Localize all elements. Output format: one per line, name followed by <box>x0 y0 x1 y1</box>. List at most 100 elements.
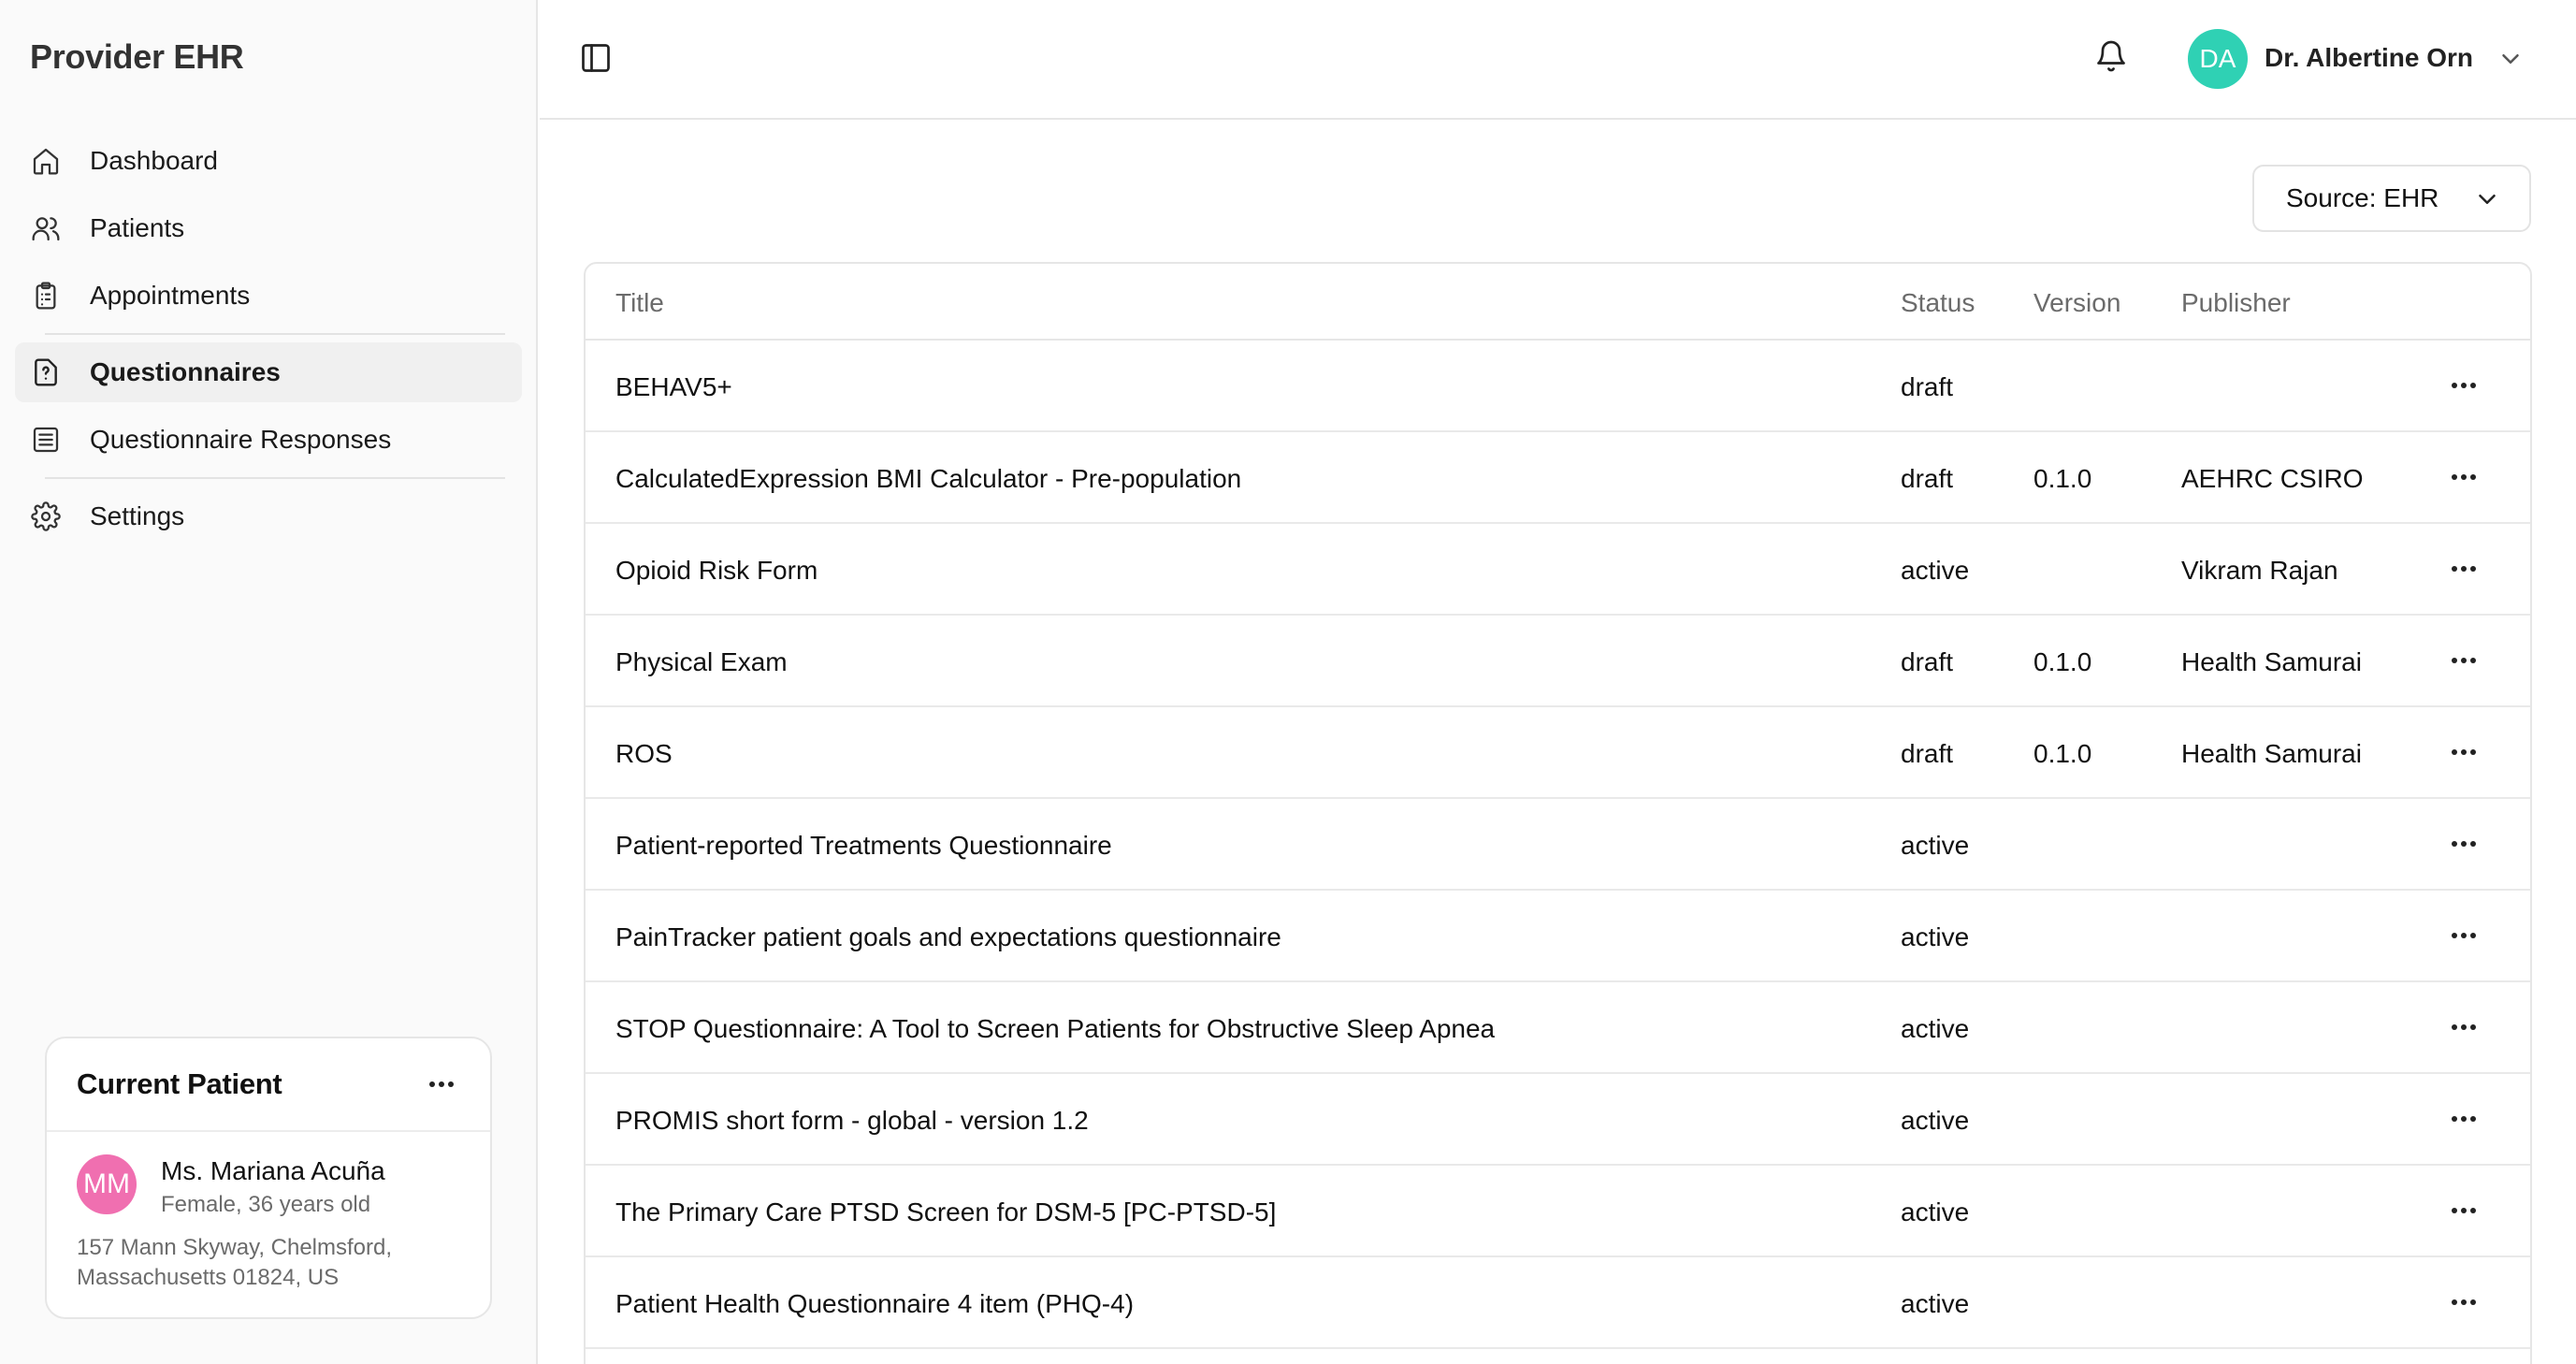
row-more-options-icon[interactable] <box>2445 1102 2482 1136</box>
table-row[interactable]: BEHAV5+ draft <box>586 341 2530 432</box>
row-title[interactable]: ROS <box>615 739 673 769</box>
table-row[interactable]: STOP Questionnaire: A Tool to Screen Pat… <box>586 982 2530 1074</box>
row-more-options-icon[interactable] <box>2445 1010 2482 1044</box>
gear-icon <box>30 501 62 532</box>
table-row[interactable]: CalculatedExpression BMI Calculator - Pr… <box>586 432 2530 524</box>
chevron-down-icon[interactable] <box>2496 45 2526 75</box>
chevron-down-icon <box>2473 185 2501 213</box>
more-options-icon[interactable] <box>423 1067 460 1101</box>
row-title[interactable]: BEHAV5+ <box>615 372 732 402</box>
sidebar-item-patients[interactable]: Patients <box>15 198 522 258</box>
row-more-options-icon[interactable] <box>2445 369 2482 402</box>
home-icon <box>30 145 62 177</box>
table-row[interactable]: PROMIS short form - global - version 1.2… <box>586 1074 2530 1166</box>
table-row[interactable]: ROS draft 0.1.0 Health Samurai <box>586 707 2530 799</box>
row-more-options-icon[interactable] <box>2445 735 2482 769</box>
table-header: Title Status Version Publisher <box>586 264 2530 341</box>
sidebar-item-questionnaires[interactable]: Questionnaires <box>15 342 522 402</box>
row-title[interactable]: CalculatedExpression BMI Calculator - Pr… <box>615 464 1241 494</box>
column-header-version: Version <box>2033 288 2121 317</box>
table-row[interactable]: Patient-reported Treatments Questionnair… <box>586 799 2530 891</box>
table-row[interactable]: Opioid Risk Form active Vikram Rajan <box>586 524 2530 616</box>
row-status: active <box>1901 831 1970 860</box>
row-publisher: Vikram Rajan <box>2181 556 2338 585</box>
sidebar-toggle-icon[interactable] <box>579 41 616 79</box>
row-version: 0.1.0 <box>2033 647 2092 676</box>
row-version: 0.1.0 <box>2033 739 2092 768</box>
row-title[interactable]: PROMIS short form - global - version 1.2 <box>615 1106 1089 1136</box>
sidebar-item-label: Patients <box>90 213 185 242</box>
row-status: active <box>1901 1289 1970 1318</box>
row-more-options-icon[interactable] <box>2445 919 2482 952</box>
sidebar-item-dashboard[interactable]: Dashboard <box>15 131 522 191</box>
row-title[interactable]: STOP Questionnaire: A Tool to Screen Pat… <box>615 1014 1495 1044</box>
table-row[interactable]: PainTracker patient goals and expectatio… <box>586 891 2530 982</box>
sidebar-item-settings[interactable]: Settings <box>15 486 522 546</box>
source-select-button[interactable]: Source: EHR <box>2252 165 2531 232</box>
sidebar-item-label: Settings <box>90 501 185 530</box>
row-status: draft <box>1901 739 1954 768</box>
users-icon <box>30 212 62 244</box>
brand-title: Provider EHR <box>30 37 244 76</box>
table-row[interactable]: The Primary Care PTSD Screen for DSM-5 [… <box>586 1166 2530 1257</box>
row-more-options-icon[interactable] <box>2445 552 2482 586</box>
user-avatar[interactable]: DA <box>2188 29 2248 89</box>
sidebar-nav: Dashboard Patients Appointments Question… <box>15 131 522 554</box>
user-name[interactable]: Dr. Albertine Orn <box>2265 43 2473 73</box>
row-version: 0.1.0 <box>2033 464 2092 493</box>
sidebar-item-questionnaire-responses[interactable]: Questionnaire Responses <box>15 410 522 470</box>
current-patient-header: Current Patient <box>47 1038 490 1132</box>
source-select-label: Source: EHR <box>2286 183 2439 212</box>
row-title[interactable]: The Primary Care PTSD Screen for DSM-5 [… <box>615 1197 1276 1227</box>
top-header: DA Dr. Albertine Orn <box>540 0 2576 120</box>
patient-avatar: MM <box>77 1154 137 1214</box>
current-patient-body: MM Ms. Mariana Acuña Female, 36 years ol… <box>47 1132 490 1290</box>
sidebar-item-label: Questionnaires <box>90 357 281 386</box>
column-header-status: Status <box>1901 288 1975 317</box>
list-icon <box>30 424 62 456</box>
row-status: active <box>1901 1014 1970 1043</box>
row-publisher: AEHRC CSIRO <box>2181 464 2364 493</box>
current-patient-card: Current Patient MM Ms. Mariana Acuña Fem… <box>45 1037 492 1319</box>
file-question-icon <box>30 356 62 388</box>
row-title[interactable]: Patient Health Questionnaire 4 item (PHQ… <box>615 1289 1134 1319</box>
row-status: draft <box>1901 372 1954 401</box>
row-more-options-icon[interactable] <box>2445 460 2482 494</box>
row-title[interactable]: Opioid Risk Form <box>615 556 818 586</box>
patient-address: 157 Mann Skyway, Chelmsford, Massachuset… <box>77 1235 393 1290</box>
row-title[interactable]: Physical Exam <box>615 647 788 677</box>
table-row[interactable]: Physical Exam draft 0.1.0 Health Samurai <box>586 616 2530 707</box>
row-status: active <box>1901 556 1970 585</box>
row-publisher: Health Samurai <box>2181 647 2362 676</box>
nav-divider <box>45 477 505 479</box>
column-header-title: Title <box>615 288 664 317</box>
app-root: Provider EHR Dashboard Patients Appointm… <box>0 0 2576 1364</box>
row-more-options-icon[interactable] <box>2445 644 2482 677</box>
row-more-options-icon[interactable] <box>2445 1285 2482 1319</box>
current-patient-title: Current Patient <box>77 1067 282 1100</box>
row-publisher: Health Samurai <box>2181 739 2362 768</box>
row-status: draft <box>1901 647 1954 676</box>
table-body: BEHAV5+ draft CalculatedExpression BMI Cal… <box>586 341 2530 1349</box>
row-status: draft <box>1901 464 1954 493</box>
row-more-options-icon[interactable] <box>2445 827 2482 861</box>
clipboard-icon <box>30 280 62 312</box>
questionnaires-table: Title Status Version Publisher BEHAV5+ dr… <box>584 262 2532 1364</box>
sidebar-item-label: Appointments <box>90 281 251 310</box>
patient-demographics: Female, 36 years old <box>161 1192 371 1217</box>
row-status: active <box>1901 922 1970 951</box>
row-status: active <box>1901 1197 1970 1226</box>
sidebar: Provider EHR Dashboard Patients Appointm… <box>0 0 538 1364</box>
row-status: active <box>1901 1106 1970 1135</box>
nav-divider <box>45 333 505 335</box>
sidebar-item-label: Questionnaire Responses <box>90 425 392 454</box>
row-title[interactable]: PainTracker patient goals and expectatio… <box>615 922 1281 952</box>
row-more-options-icon[interactable] <box>2445 1194 2482 1227</box>
sidebar-item-label: Dashboard <box>90 146 218 175</box>
sidebar-item-appointments[interactable]: Appointments <box>15 266 522 326</box>
row-title[interactable]: Patient-reported Treatments Questionnair… <box>615 831 1112 861</box>
patient-name[interactable]: Ms. Mariana Acuña <box>161 1156 385 1186</box>
notifications-bell-icon[interactable] <box>2094 39 2132 77</box>
column-header-publisher: Publisher <box>2181 288 2291 317</box>
table-row[interactable]: Patient Health Questionnaire 4 item (PHQ… <box>586 1257 2530 1349</box>
